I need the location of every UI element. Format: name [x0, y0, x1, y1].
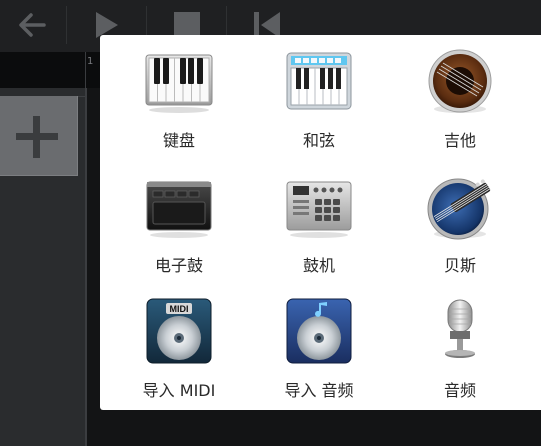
instrument-import-audio[interactable]: 导入 音频: [244, 292, 394, 412]
microphone-icon: [425, 297, 495, 367]
bass-icon: [425, 172, 495, 242]
instrument-audio[interactable]: 音频: [385, 292, 535, 412]
instrument-picker-popup: 键盘 和弦 吉他 电子鼓 鼓机 贝斯 MIDI 导入 MIDI 导入 音频 音频: [100, 35, 541, 410]
instrument-grid: 键盘 和弦 吉他 电子鼓 鼓机 贝斯 MIDI 导入 MIDI 导入 音频 音频: [100, 35, 541, 410]
piano-keyboard-icon: [144, 47, 214, 117]
instrument-label: 音频: [443, 381, 476, 400]
ruler-bar-number: 1: [87, 56, 94, 67]
svg-text:MIDI: MIDI: [170, 304, 189, 314]
instrument-label: 键盘: [162, 131, 195, 150]
instrument-bass[interactable]: 贝斯: [385, 167, 535, 287]
instrument-label: 和弦: [302, 131, 335, 150]
instrument-keyboard[interactable]: 键盘: [104, 42, 254, 162]
drum-machine-icon: [284, 172, 354, 242]
chord-keyboard-icon: [284, 47, 354, 117]
instrument-label: 导入 音频: [284, 381, 354, 400]
add-track-button[interactable]: [0, 96, 78, 176]
instrument-drum-pad[interactable]: 电子鼓: [104, 167, 254, 287]
audio-disc-icon: [284, 297, 354, 367]
instrument-label: 电子鼓: [154, 256, 203, 275]
drum-pad-icon: [144, 172, 214, 242]
back-arrow-icon[interactable]: [4, 0, 60, 52]
instrument-label: 吉他: [443, 131, 476, 150]
instrument-chord[interactable]: 和弦: [244, 42, 394, 162]
instrument-label: 导入 MIDI: [142, 381, 216, 400]
instrument-drum-machine[interactable]: 鼓机: [244, 167, 394, 287]
ruler-tick: [85, 52, 86, 88]
instrument-label: 鼓机: [302, 256, 335, 275]
instrument-import-midi[interactable]: MIDI 导入 MIDI: [104, 292, 254, 412]
guitar-icon: [425, 47, 495, 117]
instrument-label: 贝斯: [443, 256, 476, 275]
midi-disc-icon: MIDI: [144, 297, 214, 367]
instrument-guitar[interactable]: 吉他: [385, 42, 535, 162]
track-divider: [85, 88, 87, 446]
toolbar-separator: [66, 6, 67, 44]
